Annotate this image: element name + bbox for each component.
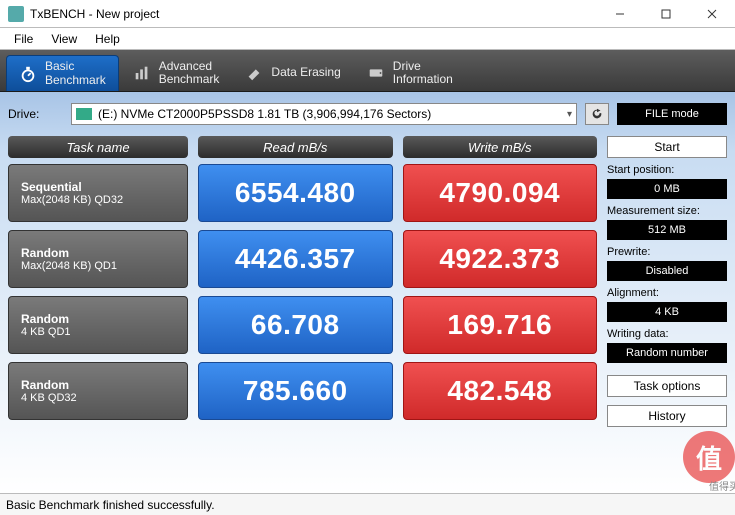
drive-label: Drive: <box>8 107 63 121</box>
benchmark-table: Task name Read mB/s Write mB/s Sequentia… <box>8 136 597 493</box>
task-line1: Random <box>21 378 175 392</box>
drive-icon <box>367 64 385 82</box>
drive-row: Drive: (E:) NVMe CT2000P5PSSD8 1.81 TB (… <box>8 100 727 128</box>
drive-small-icon <box>76 108 92 120</box>
write-value[interactable]: 482.548 <box>403 362 598 420</box>
read-value[interactable]: 785.660 <box>198 362 393 420</box>
menu-help[interactable]: Help <box>87 30 128 48</box>
bar-chart-icon <box>133 64 151 82</box>
side-panel: Start Start position: 0 MB Measurement s… <box>607 136 727 493</box>
tab-data-erasing[interactable]: Data Erasing <box>233 55 352 91</box>
measurement-size-value[interactable]: 512 MB <box>607 220 727 240</box>
start-position-value[interactable]: 0 MB <box>607 179 727 199</box>
header-read: Read mB/s <box>198 136 393 158</box>
task-line1: Sequential <box>21 180 175 194</box>
body-area: Drive: (E:) NVMe CT2000P5PSSD8 1.81 TB (… <box>0 92 735 493</box>
stopwatch-icon <box>19 65 37 83</box>
status-bar: Basic Benchmark finished successfully. <box>0 493 735 515</box>
alignment-label: Alignment: <box>607 287 727 299</box>
tab-label: Basic Benchmark <box>45 60 106 86</box>
tab-drive-information[interactable]: Drive Information <box>355 55 465 91</box>
task-cell[interactable]: Random 4 KB QD32 <box>8 362 188 420</box>
header-write: Write mB/s <box>403 136 598 158</box>
tab-label: Advanced Benchmark <box>159 60 220 86</box>
task-line1: Random <box>21 312 175 326</box>
minimize-button[interactable] <box>597 0 643 28</box>
tab-label: Data Erasing <box>271 66 340 79</box>
content-row: Task name Read mB/s Write mB/s Sequentia… <box>8 136 727 493</box>
prewrite-value[interactable]: Disabled <box>607 261 727 281</box>
start-button[interactable]: Start <box>607 136 727 158</box>
task-line2: 4 KB QD32 <box>21 392 175 404</box>
chevron-down-icon: ▾ <box>567 109 572 120</box>
tab-label: Drive Information <box>393 60 453 86</box>
read-value[interactable]: 66.708 <box>198 296 393 354</box>
task-options-button[interactable]: Task options <box>607 375 727 397</box>
write-value[interactable]: 4790.094 <box>403 164 598 222</box>
refresh-button[interactable] <box>585 103 609 125</box>
table-row: Sequential Max(2048 KB) QD32 6554.480 47… <box>8 164 597 222</box>
drive-dropdown[interactable]: (E:) NVMe CT2000P5PSSD8 1.81 TB (3,906,9… <box>71 103 577 125</box>
task-cell[interactable]: Random Max(2048 KB) QD1 <box>8 230 188 288</box>
alignment-value[interactable]: 4 KB <box>607 302 727 322</box>
prewrite-label: Prewrite: <box>607 246 727 258</box>
menu-file[interactable]: File <box>6 30 41 48</box>
table-row: Random 4 KB QD1 66.708 169.716 <box>8 296 597 354</box>
status-text: Basic Benchmark finished successfully. <box>6 498 215 512</box>
window-title: TxBENCH - New project <box>30 7 597 21</box>
drive-selected-text: (E:) NVMe CT2000P5PSSD8 1.81 TB (3,906,9… <box>98 107 561 121</box>
task-cell[interactable]: Random 4 KB QD1 <box>8 296 188 354</box>
table-row: Random 4 KB QD32 785.660 482.548 <box>8 362 597 420</box>
read-value[interactable]: 4426.357 <box>198 230 393 288</box>
start-position-label: Start position: <box>607 164 727 176</box>
task-line1: Random <box>21 246 175 260</box>
task-line2: 4 KB QD1 <box>21 326 175 338</box>
file-mode-button[interactable]: FILE mode <box>617 103 727 125</box>
title-bar: TxBENCH - New project <box>0 0 735 28</box>
menu-view[interactable]: View <box>43 30 85 48</box>
writing-data-value[interactable]: Random number <box>607 343 727 363</box>
task-line2: Max(2048 KB) QD32 <box>21 194 175 206</box>
history-button[interactable]: History <box>607 405 727 427</box>
measurement-size-label: Measurement size: <box>607 205 727 217</box>
menu-bar: File View Help <box>0 28 735 50</box>
header-task: Task name <box>8 136 188 158</box>
header-row: Task name Read mB/s Write mB/s <box>8 136 597 158</box>
eraser-icon <box>245 64 263 82</box>
write-value[interactable]: 169.716 <box>403 296 598 354</box>
tab-advanced-benchmark[interactable]: Advanced Benchmark <box>121 55 232 91</box>
tab-strip: Basic Benchmark Advanced Benchmark Data … <box>0 50 735 92</box>
maximize-button[interactable] <box>643 0 689 28</box>
read-value[interactable]: 6554.480 <box>198 164 393 222</box>
write-value[interactable]: 4922.373 <box>403 230 598 288</box>
tab-basic-benchmark[interactable]: Basic Benchmark <box>6 55 119 91</box>
writing-data-label: Writing data: <box>607 328 727 340</box>
close-button[interactable] <box>689 0 735 28</box>
task-line2: Max(2048 KB) QD1 <box>21 260 175 272</box>
task-cell[interactable]: Sequential Max(2048 KB) QD32 <box>8 164 188 222</box>
app-icon <box>8 6 24 22</box>
table-row: Random Max(2048 KB) QD1 4426.357 4922.37… <box>8 230 597 288</box>
refresh-icon <box>590 107 604 121</box>
